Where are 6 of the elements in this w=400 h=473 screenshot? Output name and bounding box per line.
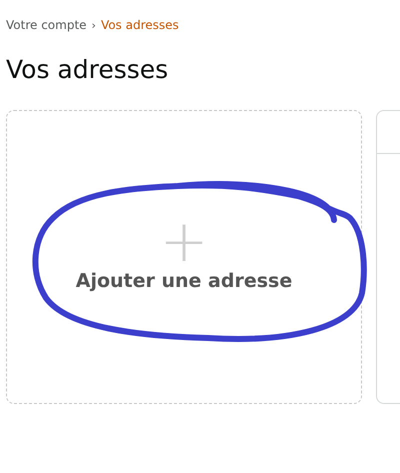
page-title: Vos adresses <box>6 54 170 86</box>
breadcrumb-link[interactable]: Vos adresses <box>100 18 179 32</box>
breadcrumb-link[interactable]: Votre compte <box>6 18 87 32</box>
plus-icon: + <box>160 216 208 266</box>
breadcrumb-separator: › <box>92 18 96 32</box>
add-address-card[interactable]: + Ajouter une adresse <box>6 110 362 404</box>
